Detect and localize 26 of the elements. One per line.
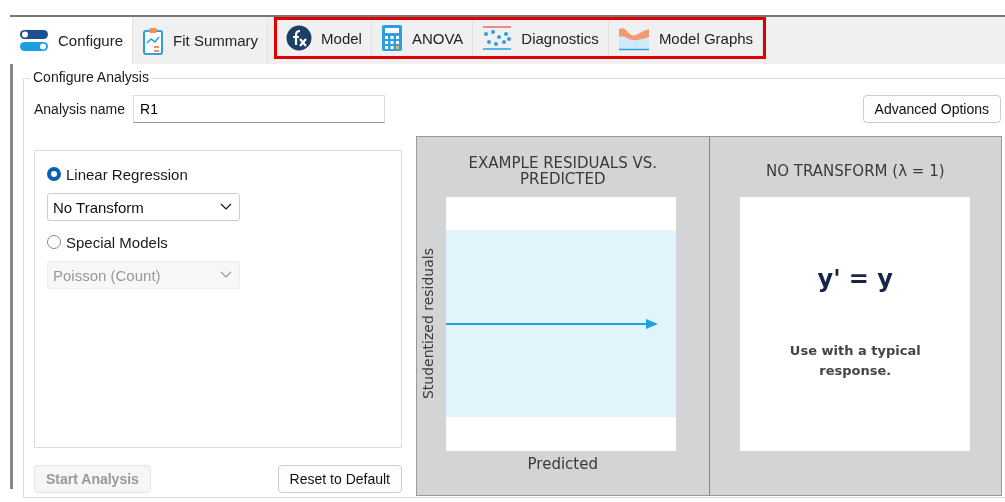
group-title: Configure Analysis <box>30 69 152 85</box>
field-label: Analysis name <box>34 101 126 117</box>
scatter-plot-icon <box>482 25 513 51</box>
axis-label: Studentized residuals <box>419 248 436 400</box>
clipboard-icon <box>142 26 165 55</box>
calculator-icon <box>380 24 403 52</box>
tab[interactable]: Configure <box>10 17 134 64</box>
chevron-icon <box>220 203 232 211</box>
toggle-icon <box>19 28 49 53</box>
area-chart-icon <box>617 25 650 51</box>
radio-label[interactable]: Linear Regression <box>66 165 188 183</box>
radio-button[interactable] <box>47 235 61 249</box>
formula: y' = y <box>817 265 893 293</box>
axis-label: Predicted <box>527 455 598 473</box>
radio-label[interactable]: Special Models <box>66 233 168 251</box>
function-icon <box>286 25 313 51</box>
action-button[interactable]: Reset to Default <box>277 465 402 493</box>
dropdown[interactable]: No Transform <box>47 193 240 221</box>
advanced-options-button[interactable]: Advanced Options <box>862 95 1001 123</box>
transform-title: NO TRANSFORM (λ = 1) <box>764 160 946 182</box>
radio-button[interactable] <box>47 167 61 181</box>
plot-title: EXAMPLE RESIDUALS VS. PREDICTED <box>467 152 658 190</box>
usage-note: Use with a typical response. <box>788 342 922 380</box>
arrow-icon <box>445 318 658 330</box>
chevron-icon <box>220 271 232 279</box>
analysis-name-field[interactable]: R1 <box>133 95 386 123</box>
